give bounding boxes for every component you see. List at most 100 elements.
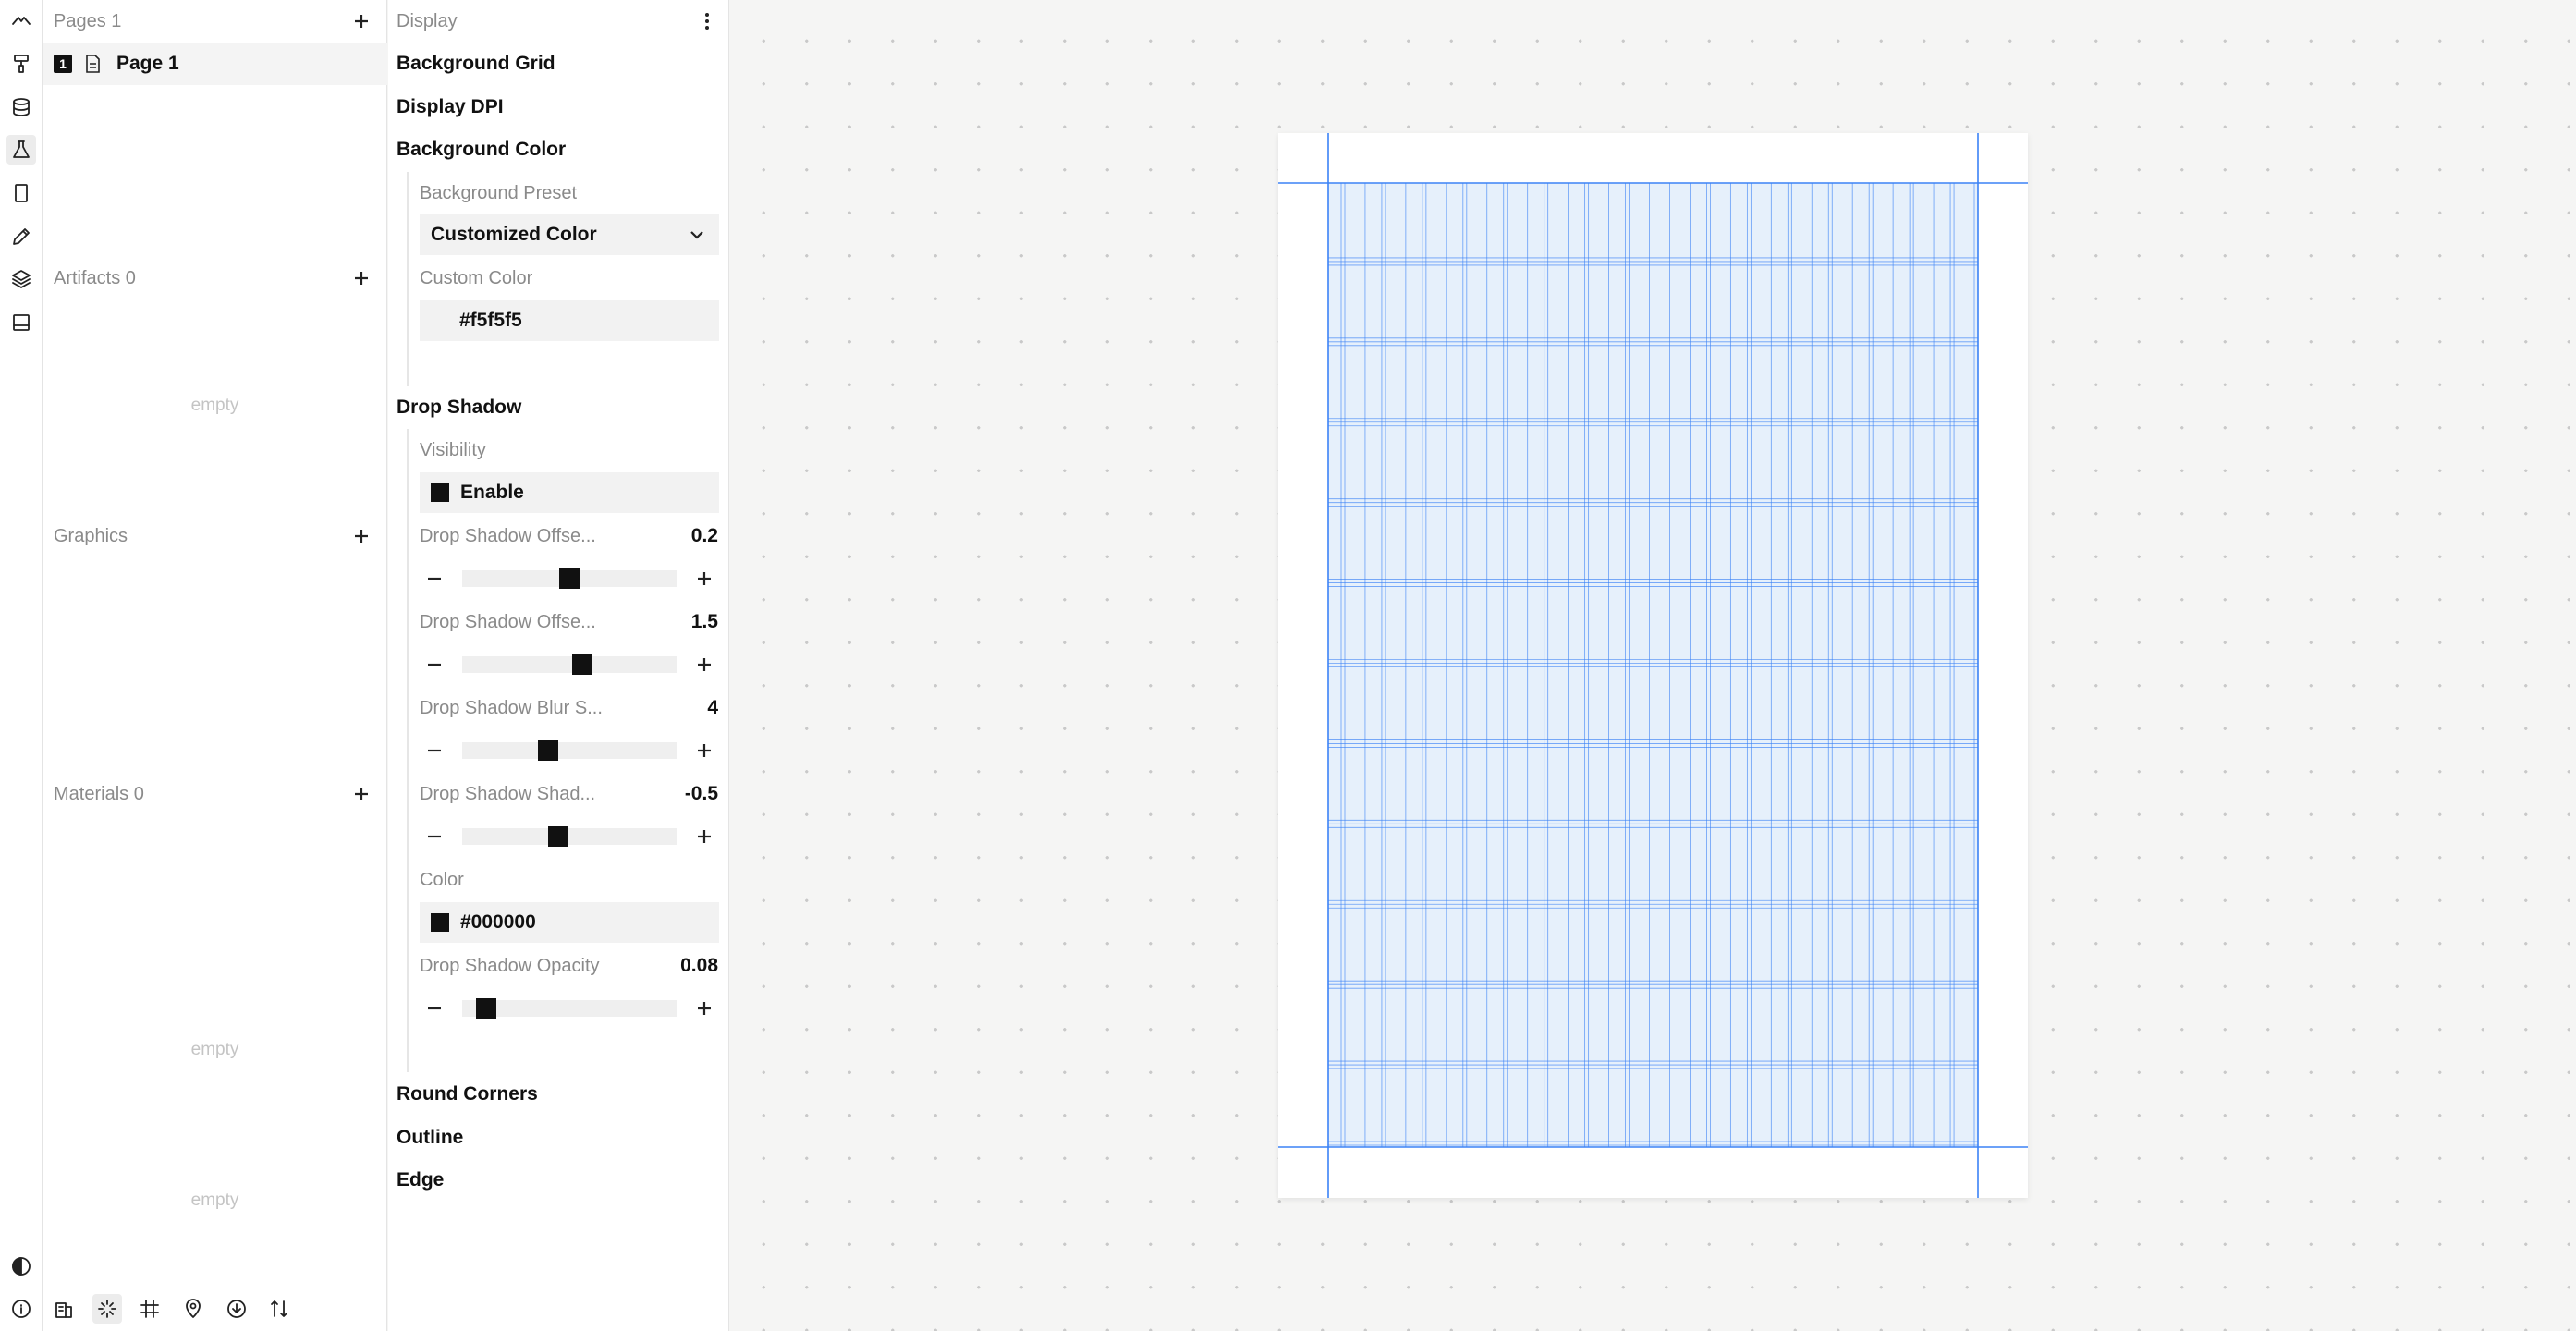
flask-icon[interactable]: [6, 135, 36, 165]
increment-button[interactable]: [690, 736, 719, 765]
group-background-grid[interactable]: Background Grid: [397, 43, 555, 85]
artifacts-empty: empty: [190, 396, 239, 415]
slider-thumb[interactable]: [571, 654, 592, 675]
shadow-color-input[interactable]: #000000: [420, 902, 719, 943]
slider-thumb[interactable]: [537, 740, 558, 761]
visibility-value: Enable: [460, 482, 524, 503]
group-round-corners[interactable]: Round Corners: [397, 1073, 538, 1116]
more-options-button[interactable]: [692, 6, 722, 36]
adjust-icon[interactable]: [264, 1294, 294, 1324]
decrement-button[interactable]: [420, 736, 449, 765]
decrement-button[interactable]: [420, 822, 449, 851]
page-index-badge: 1: [54, 55, 72, 73]
panel-icon[interactable]: [6, 308, 36, 337]
layout-grid: [1278, 133, 2028, 1198]
pages-header: Pages 1: [43, 0, 387, 43]
plus-icon: [355, 788, 368, 800]
info-icon[interactable]: [6, 1294, 36, 1324]
group-background-color[interactable]: Background Color: [397, 128, 566, 171]
opacity-label: Drop Shadow Opacity: [420, 955, 600, 976]
minus-icon: [428, 577, 441, 580]
group-edge[interactable]: Edge: [397, 1159, 444, 1202]
slider-track[interactable]: [462, 568, 677, 589]
page-item[interactable]: 1 Page 1: [43, 43, 387, 85]
decrement-button[interactable]: [420, 994, 449, 1023]
materials-title: Materials 0: [54, 783, 144, 804]
plus-icon: [355, 530, 368, 543]
offset-x-slider[interactable]: [420, 558, 719, 599]
blur-slider[interactable]: [420, 730, 719, 771]
slider-thumb[interactable]: [475, 998, 496, 1019]
increment-button[interactable]: [690, 650, 719, 679]
group-drop-shadow[interactable]: Drop Shadow: [397, 386, 521, 429]
slider-track[interactable]: [462, 998, 677, 1019]
custom-color-input[interactable]: #f5f5f5: [420, 300, 719, 341]
page-sheet[interactable]: [1278, 133, 2028, 1198]
checkbox-icon: [431, 483, 449, 502]
blur-value: 4: [707, 697, 718, 718]
materials-empty: empty: [190, 1040, 239, 1059]
building-icon[interactable]: [49, 1294, 79, 1324]
display-header: Display: [388, 0, 729, 43]
graphics-header: Graphics: [43, 515, 387, 557]
snap-icon[interactable]: [92, 1294, 122, 1324]
artifacts-header: Artifacts 0: [43, 257, 387, 299]
shade-value: -0.5: [684, 783, 718, 804]
contrast-icon[interactable]: [6, 1252, 36, 1281]
opacity-slider[interactable]: [420, 988, 719, 1029]
increment-button[interactable]: [690, 994, 719, 1023]
increment-button[interactable]: [690, 564, 719, 593]
slider-thumb[interactable]: [548, 826, 569, 847]
plus-icon: [698, 744, 711, 757]
add-artifact-button[interactable]: [347, 263, 376, 293]
background-preset-select[interactable]: Customized Color: [420, 214, 719, 255]
custom-color-label: Custom Color: [420, 267, 533, 288]
indent-guide: [407, 429, 409, 1072]
group-display-dpi[interactable]: Display DPI: [397, 86, 504, 128]
decrement-button[interactable]: [420, 650, 449, 679]
page-name: Page 1: [116, 53, 179, 74]
add-graphic-button[interactable]: [347, 521, 376, 551]
plus-icon: [355, 272, 368, 285]
slider-track[interactable]: [462, 826, 677, 847]
background-preset-value: Customized Color: [431, 224, 597, 245]
plus-icon: [698, 572, 711, 585]
increment-button[interactable]: [690, 822, 719, 851]
minus-icon: [428, 749, 441, 752]
background-preset-label: Background Preset: [420, 182, 578, 203]
shade-slider[interactable]: [420, 816, 719, 857]
offset-y-value: 1.5: [690, 611, 718, 632]
outline-panel: Pages 1 1 Page 1 Artifacts 0 empty Graph…: [43, 0, 387, 1331]
pencil-icon[interactable]: [6, 222, 36, 251]
download-icon[interactable]: [222, 1294, 251, 1324]
blur-label: Drop Shadow Blur S...: [420, 697, 603, 718]
layers-icon[interactable]: [6, 264, 36, 294]
grid-area: [1328, 183, 1978, 1147]
group-outline[interactable]: Outline: [397, 1117, 463, 1159]
collapse-icon[interactable]: [6, 6, 36, 35]
artifacts-title: Artifacts 0: [54, 267, 136, 288]
visibility-toggle[interactable]: Enable: [420, 472, 719, 513]
extra-empty: empty: [190, 1191, 239, 1210]
slider-track[interactable]: [462, 654, 677, 675]
page-icon[interactable]: [6, 178, 36, 208]
decrement-button[interactable]: [420, 564, 449, 593]
plus-icon: [698, 658, 711, 671]
database-icon[interactable]: [6, 92, 36, 122]
kebab-icon: [705, 13, 709, 30]
add-page-button[interactable]: [347, 6, 376, 36]
slider-track[interactable]: [462, 740, 677, 761]
indent-guide: [407, 172, 409, 386]
pages-title: Pages 1: [54, 10, 122, 31]
tool-rail: [0, 0, 43, 1331]
add-material-button[interactable]: [347, 779, 376, 809]
plus-icon: [698, 1002, 711, 1015]
offset-y-slider[interactable]: [420, 644, 719, 685]
chevron-down-icon: [688, 226, 706, 244]
paint-brush-icon[interactable]: [6, 49, 36, 79]
offset-y-label: Drop Shadow Offse...: [420, 611, 596, 632]
grid-icon[interactable]: [135, 1294, 165, 1324]
color-swatch[interactable]: [431, 913, 449, 932]
slider-thumb[interactable]: [559, 568, 580, 589]
location-pin-icon[interactable]: [178, 1294, 208, 1324]
